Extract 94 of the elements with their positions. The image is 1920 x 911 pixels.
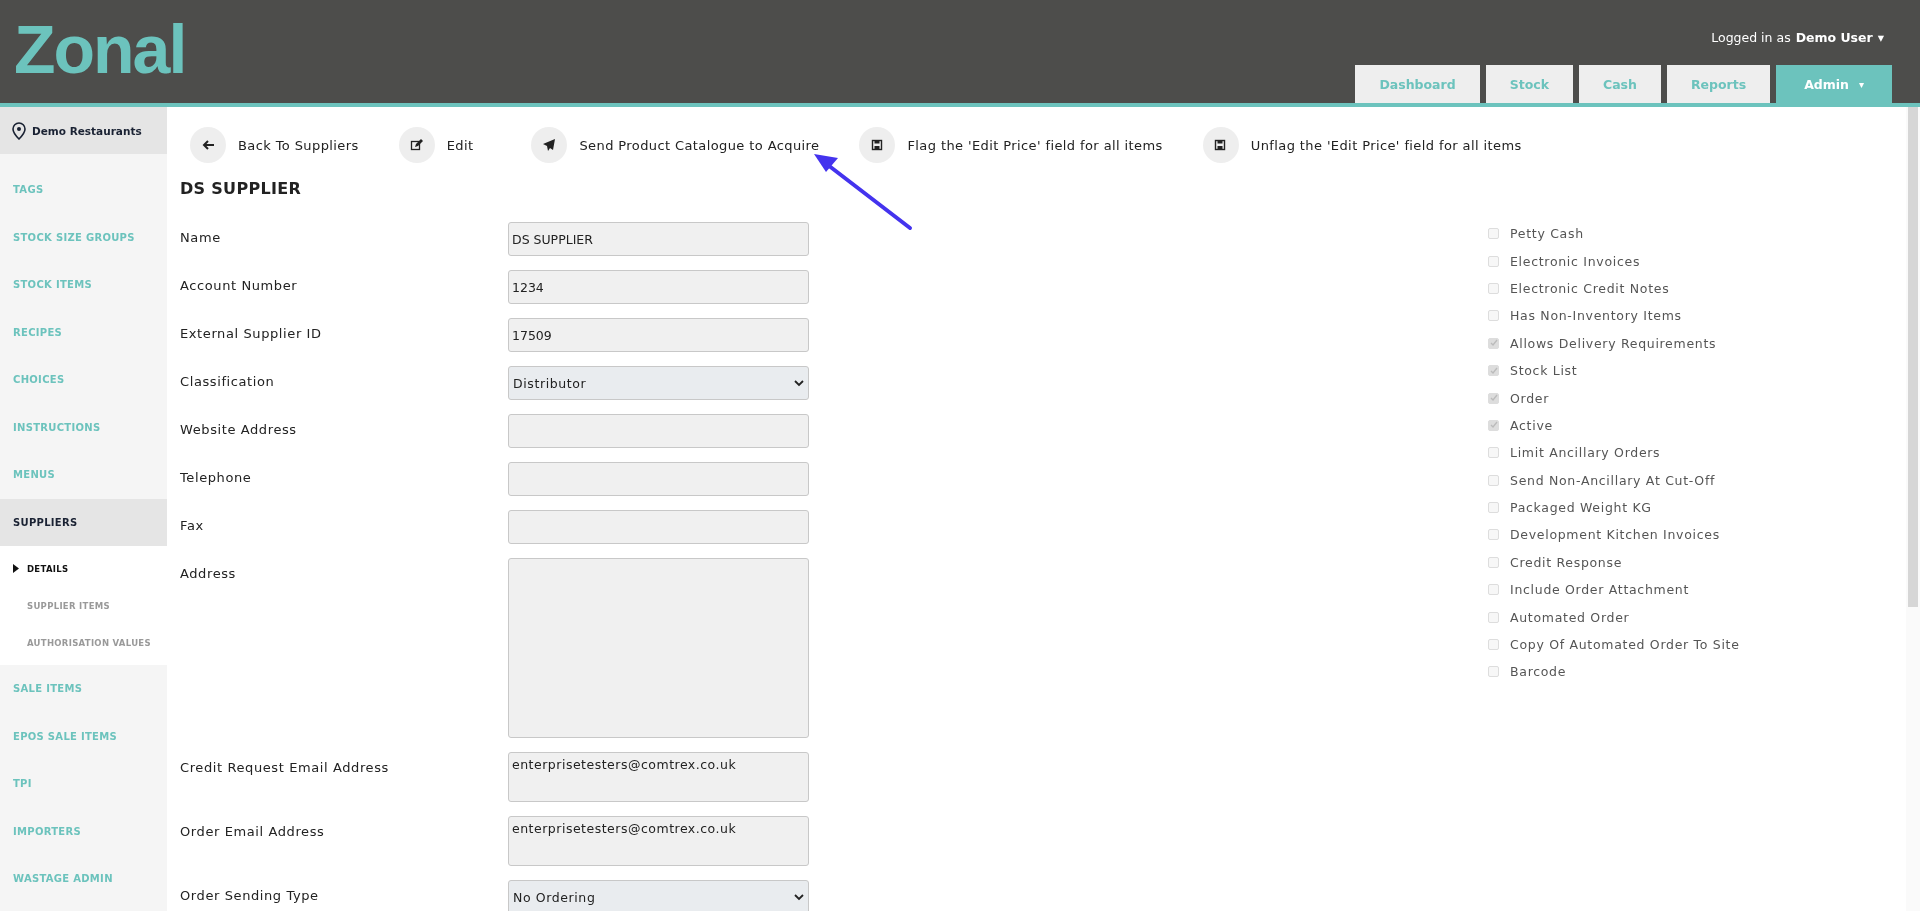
checkbox[interactable] xyxy=(1488,556,1499,568)
checkbox[interactable] xyxy=(1488,611,1499,623)
checkbox-label: Packaged Weight KG xyxy=(1510,500,1652,516)
checkbox[interactable] xyxy=(1488,310,1499,322)
checkbox-label: Electronic Invoices xyxy=(1510,253,1641,269)
toolbar-button[interactable]: Edit xyxy=(398,127,474,163)
toolbar-button[interactable]: Flag the 'Edit Price' field for all items xyxy=(859,127,1163,163)
sidebar-item[interactable]: STOCK SIZE GROUPS xyxy=(0,213,167,261)
input-field[interactable] xyxy=(508,462,809,496)
checkbox-label: Order xyxy=(1510,390,1550,406)
field-label: Credit Request Email Address xyxy=(180,759,390,777)
dropdown[interactable]: No Ordering xyxy=(508,880,809,911)
sidebar-item[interactable]: STOCK ITEMS xyxy=(0,261,167,309)
checkbox[interactable] xyxy=(1488,392,1499,404)
checkbox[interactable] xyxy=(1488,228,1499,240)
checkbox-label: Active xyxy=(1510,417,1553,433)
sidebar-item[interactable]: MENUS xyxy=(0,451,167,499)
checkbox-label: Copy Of Automated Order To Site xyxy=(1510,637,1740,653)
checkbox[interactable] xyxy=(1488,255,1499,267)
checkbox-label: Automated Order xyxy=(1510,609,1630,625)
edit-icon xyxy=(410,138,424,152)
dropdown[interactable]: Distributor xyxy=(508,366,809,400)
checkbox[interactable] xyxy=(1488,419,1499,431)
checkbox-label: Barcode xyxy=(1510,664,1567,680)
field-label: Order Sending Type xyxy=(180,887,320,905)
toolbar-button[interactable]: Unflag the 'Edit Price' field for all items xyxy=(1202,127,1522,163)
checkbox-label: Has Non-Inventory Items xyxy=(1510,308,1682,324)
map-pin-icon xyxy=(12,121,26,140)
field-label: Telephone xyxy=(180,469,253,487)
sidebar-item[interactable]: SUPPLIERS xyxy=(0,498,167,546)
checkbox-label: Electronic Credit Notes xyxy=(1510,280,1670,296)
nav-tab[interactable]: Stock xyxy=(1485,65,1573,103)
sidebar-item[interactable]: CHOICES xyxy=(0,356,167,404)
checkbox[interactable] xyxy=(1488,639,1499,651)
checkbox-label: Send Non-Ancillary At Cut-Off xyxy=(1510,472,1716,488)
checkbox-label: Credit Response xyxy=(1510,554,1623,570)
sidebar-item[interactable]: WASTAGE ADMIN xyxy=(0,855,167,903)
checkbox-label: Include Order Attachment xyxy=(1510,582,1690,598)
logged-in-user[interactable]: Logged in as Demo User ▾ xyxy=(1711,30,1884,45)
input-field[interactable]: 1234 xyxy=(508,270,809,304)
input-field[interactable] xyxy=(508,414,809,448)
input-field[interactable] xyxy=(508,510,809,544)
logo: Zonal xyxy=(14,14,186,84)
checkbox[interactable] xyxy=(1488,502,1499,514)
checkbox[interactable] xyxy=(1488,584,1499,596)
input-field[interactable]: enterprisetesters@comtrex.co.uk xyxy=(508,816,809,866)
sidebar-item[interactable]: RECIPES xyxy=(0,308,167,356)
field-label: Order Email Address xyxy=(180,823,326,841)
back-arrow-icon xyxy=(201,138,215,152)
checkbox[interactable] xyxy=(1488,474,1499,486)
sidebar-subitem[interactable]: AUTHORISATION VALUES xyxy=(0,624,167,661)
checkbox-label: Development Kitchen Invoices xyxy=(1510,527,1720,543)
input-field[interactable] xyxy=(508,558,809,738)
page-title: DS SUPPLIER xyxy=(180,179,303,198)
checkbox[interactable] xyxy=(1488,666,1499,678)
nav-tab[interactable]: Admin ▾ xyxy=(1776,65,1892,103)
sidebar-subitem[interactable]: SUPPLIER ITEMS xyxy=(0,587,167,624)
field-label: Classification xyxy=(180,373,276,391)
checkbox-label: Allows Delivery Requirements xyxy=(1510,335,1717,351)
field-label: External Supplier ID xyxy=(180,325,323,343)
paper-plane-icon xyxy=(542,138,556,152)
nav-tab[interactable]: Dashboard xyxy=(1355,65,1480,103)
chevron-down-icon xyxy=(794,893,804,901)
checkbox-label: Stock List xyxy=(1510,363,1578,379)
sidebar-item[interactable]: TAGS xyxy=(0,166,167,214)
checkbox-label: Petty Cash xyxy=(1510,226,1584,242)
nav-tab[interactable]: Cash xyxy=(1578,65,1661,103)
toolbar-button[interactable]: Back To Suppliers xyxy=(190,127,359,163)
field-label: Address xyxy=(180,565,237,583)
sidebar-item[interactable]: SALE ITEMS xyxy=(0,665,167,713)
field-label: Website Address xyxy=(180,421,298,439)
checkbox-label: Limit Ancillary Orders xyxy=(1510,445,1661,461)
input-field[interactable]: DS SUPPLIER xyxy=(508,222,809,256)
sidebar-item[interactable]: INSTRUCTIONS xyxy=(0,403,167,451)
input-field[interactable]: 17509 xyxy=(508,318,809,352)
sidebar-item[interactable]: TPI xyxy=(0,760,167,808)
checkbox[interactable] xyxy=(1488,337,1499,349)
chevron-down-icon xyxy=(794,379,804,387)
field-label: Name xyxy=(180,229,222,247)
input-field[interactable]: enterprisetesters@comtrex.co.uk xyxy=(508,752,809,802)
field-label: Fax xyxy=(180,517,205,535)
sidebar-subitem[interactable]: DETAILS xyxy=(0,550,167,587)
checkbox[interactable] xyxy=(1488,529,1499,541)
checkbox[interactable] xyxy=(1488,282,1499,294)
field-label: Account Number xyxy=(180,277,299,295)
checkbox[interactable] xyxy=(1488,365,1499,377)
checkbox[interactable] xyxy=(1488,447,1499,459)
toolbar-button[interactable]: Send Product Catalogue to Acquire xyxy=(531,127,820,163)
triangle-icon xyxy=(13,564,19,573)
nav-tab[interactable]: Reports xyxy=(1666,65,1771,103)
sidebar-item[interactable]: EPOS SALE ITEMS xyxy=(0,712,167,760)
sidebar-item[interactable]: IMPORTERS xyxy=(0,807,167,855)
location-selector[interactable]: Demo Restaurants xyxy=(0,107,167,154)
scrollbar[interactable] xyxy=(1906,107,1920,911)
